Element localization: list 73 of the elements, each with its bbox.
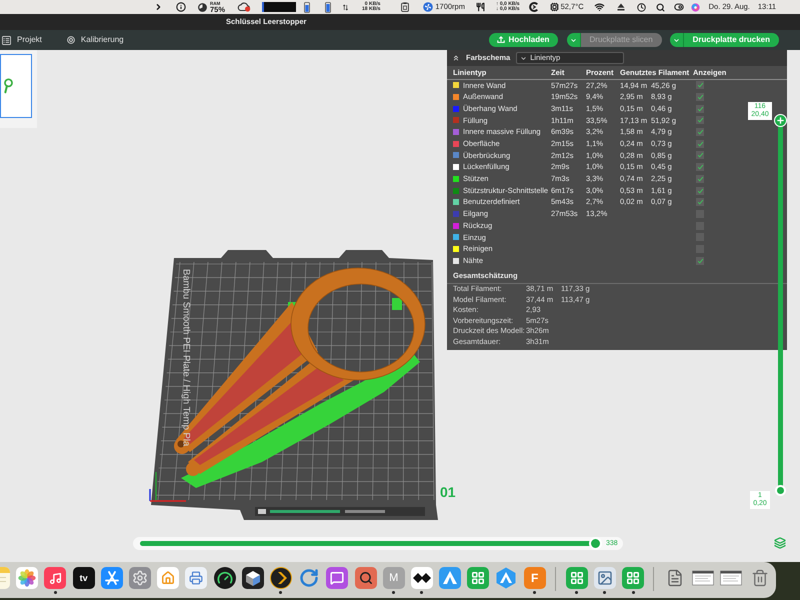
plus-icon [776, 116, 785, 124]
layers-icon[interactable] [774, 537, 786, 549]
dropdown-button[interactable] [566, 33, 580, 47]
cloud-icon[interactable] [237, 2, 252, 12]
clock-icon[interactable] [636, 2, 646, 12]
nav-tab[interactable]: Kalibrierung [66, 36, 124, 44]
checkbox[interactable] [696, 151, 704, 160]
checkbox[interactable] [696, 93, 704, 102]
checkbox[interactable] [696, 256, 704, 265]
crossed-sticks-icon[interactable] [100, 567, 123, 589]
orb-icon[interactable] [690, 2, 700, 12]
nav-tab[interactable]: Projekt [2, 36, 42, 44]
chip-icon[interactable] [550, 2, 559, 12]
printer-icon[interactable] [185, 567, 208, 589]
music-note-icon[interactable] [44, 567, 66, 589]
grid-icon[interactable] [566, 567, 588, 589]
diamonds-icon[interactable] [410, 567, 433, 589]
checkbox[interactable] [696, 128, 704, 136]
level-bar-icon [325, 2, 332, 12]
peak-icon[interactable] [439, 567, 462, 589]
checkbox[interactable] [696, 174, 704, 183]
level-bar-icon [304, 2, 310, 12]
toggle-icon[interactable] [674, 2, 684, 12]
checkbox[interactable] [696, 198, 704, 206]
list-box-icon [2, 36, 11, 44]
plate-thumbnail[interactable] [0, 54, 32, 118]
slider-thumb[interactable] [589, 537, 602, 550]
checkbox[interactable] [696, 104, 704, 113]
caret-icon [570, 36, 576, 44]
checkbox[interactable] [696, 116, 704, 124]
pie-chart-icon[interactable] [198, 2, 207, 12]
plate-number: 01 [440, 485, 456, 499]
gauge-icon[interactable] [214, 567, 236, 589]
fan-icon[interactable] [423, 2, 434, 12]
tv-icon[interactable]: tv [72, 567, 95, 589]
grid-icon[interactable] [622, 567, 644, 589]
cube-icon[interactable] [242, 567, 264, 589]
caret-icon [672, 36, 680, 44]
chevron-icon[interactable] [270, 567, 292, 589]
layer-slider[interactable] [774, 114, 787, 496]
checkbox[interactable] [696, 140, 704, 148]
arrows-icon [343, 4, 348, 10]
magnifier-icon[interactable] [354, 567, 377, 589]
slider-thumb[interactable] [775, 484, 786, 496]
wifi-icon[interactable] [594, 2, 605, 12]
checkmark-icon [696, 258, 704, 264]
info-icon[interactable] [176, 2, 186, 12]
checkbox[interactable] [696, 186, 704, 195]
house-icon[interactable] [157, 567, 180, 589]
c-logo-icon[interactable] [528, 2, 539, 12]
dropdown-button[interactable] [670, 33, 684, 47]
wrench-icon [3, 78, 14, 94]
checkbox[interactable] [696, 163, 704, 172]
speech-bubble-icon[interactable] [326, 567, 348, 589]
caret-icon [520, 54, 528, 62]
clipboard-icon[interactable] [401, 2, 410, 12]
hexagon-icon[interactable] [495, 567, 518, 589]
circular-arrow-icon[interactable] [298, 567, 320, 589]
checkbox[interactable] [696, 81, 704, 90]
search-icon[interactable] [656, 2, 665, 12]
flower-icon[interactable] [16, 567, 38, 589]
collapse-icon[interactable] [452, 54, 460, 62]
axes-icon [149, 472, 186, 502]
gear-icon[interactable] [129, 567, 152, 589]
eject-icon[interactable] [616, 3, 625, 11]
grid-icon[interactable] [467, 567, 490, 589]
usage-graph [262, 2, 296, 12]
target-icon [66, 36, 75, 44]
picture-icon[interactable] [594, 567, 616, 589]
plate-label: Bambu Smooth PEI Plate / High Temp Pla [181, 269, 190, 446]
chevron-icon[interactable] [154, 2, 163, 12]
utensils-icon[interactable] [476, 2, 485, 12]
upload-icon [496, 36, 505, 44]
